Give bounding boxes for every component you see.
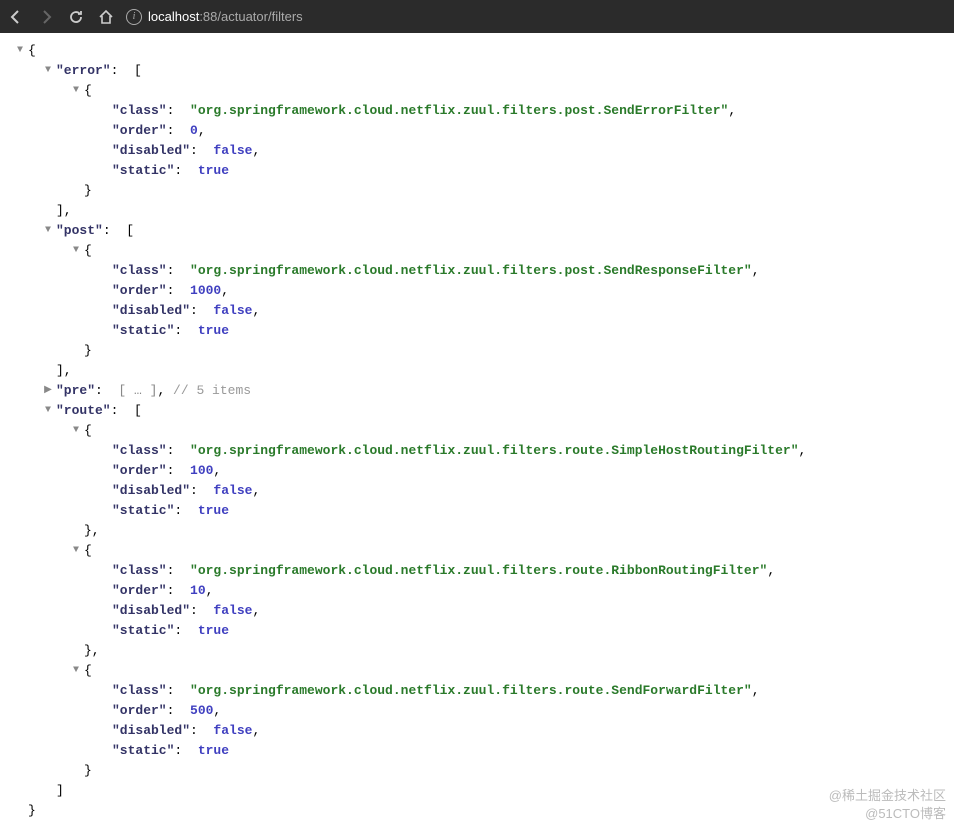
brace-open: { <box>84 421 92 441</box>
json-key: "order" <box>112 701 167 721</box>
home-icon[interactable] <box>98 9 114 25</box>
json-value: false <box>213 301 252 321</box>
brace-open: { <box>28 41 36 61</box>
json-key: "static" <box>112 321 174 341</box>
toggle-post-0[interactable]: ▼ <box>70 245 82 257</box>
json-value: "org.springframework.cloud.netflix.zuul.… <box>190 681 752 701</box>
json-value: 100 <box>190 461 213 481</box>
json-key: "order" <box>112 281 167 301</box>
json-value: 10 <box>190 581 206 601</box>
json-key: "error" <box>56 61 111 81</box>
brace-close: } <box>84 761 92 781</box>
toggle-route-0[interactable]: ▼ <box>70 425 82 437</box>
toggle-pre[interactable]: ▶ <box>42 385 54 397</box>
browser-bar: i localhost:88/actuator/filters <box>0 0 954 33</box>
bracket-close: ] <box>56 781 64 801</box>
forward-icon[interactable] <box>38 9 54 25</box>
json-value: false <box>213 141 252 161</box>
watermark: @稀土掘金技术社区 @51CTO博客 <box>829 787 946 823</box>
json-value: 500 <box>190 701 213 721</box>
json-value: true <box>198 501 229 521</box>
json-key: "order" <box>112 461 167 481</box>
back-icon[interactable] <box>8 9 24 25</box>
json-key: "class" <box>112 101 167 121</box>
toggle-route-1[interactable]: ▼ <box>70 545 82 557</box>
json-key: "disabled" <box>112 721 190 741</box>
json-value: false <box>213 601 252 621</box>
json-value: true <box>198 741 229 761</box>
json-key: "class" <box>112 261 167 281</box>
json-key: "static" <box>112 741 174 761</box>
toggle-post[interactable]: ▼ <box>42 225 54 237</box>
bracket-close: ], <box>56 201 72 221</box>
json-value: "org.springframework.cloud.netflix.zuul.… <box>190 561 767 581</box>
bracket-close: ], <box>56 361 72 381</box>
toggle-route[interactable]: ▼ <box>42 405 54 417</box>
json-key: "disabled" <box>112 141 190 161</box>
json-key: "pre" <box>56 381 95 401</box>
json-key: "disabled" <box>112 301 190 321</box>
json-value: true <box>198 621 229 641</box>
json-value: "org.springframework.cloud.netflix.zuul.… <box>190 261 752 281</box>
json-value: true <box>198 321 229 341</box>
brace-close: } <box>84 341 92 361</box>
json-value: 0 <box>190 121 198 141</box>
json-value: false <box>213 721 252 741</box>
toggle-error[interactable]: ▼ <box>42 65 54 77</box>
json-value: false <box>213 481 252 501</box>
reload-icon[interactable] <box>68 9 84 25</box>
brace-open: { <box>84 241 92 261</box>
json-value: 1000 <box>190 281 221 301</box>
json-key: "static" <box>112 621 174 641</box>
json-viewer: ▼{ ▼"error": [ ▼{ "class": "org.springfr… <box>0 33 954 829</box>
toggle-root[interactable]: ▼ <box>14 45 26 57</box>
json-key: "post" <box>56 221 103 241</box>
json-key: "disabled" <box>112 601 190 621</box>
brace-close: } <box>84 181 92 201</box>
json-key: "static" <box>112 501 174 521</box>
json-value: true <box>198 161 229 181</box>
toggle-error-0[interactable]: ▼ <box>70 85 82 97</box>
brace-close: }, <box>84 521 100 541</box>
json-key: "order" <box>112 581 167 601</box>
json-key: "route" <box>56 401 111 421</box>
json-key: "static" <box>112 161 174 181</box>
info-icon[interactable]: i <box>126 9 142 25</box>
toggle-route-2[interactable]: ▼ <box>70 665 82 677</box>
brace-close: }, <box>84 641 100 661</box>
json-value: "org.springframework.cloud.netflix.zuul.… <box>190 101 728 121</box>
json-key: "order" <box>112 121 167 141</box>
url-text: localhost:88/actuator/filters <box>148 9 303 24</box>
brace-open: { <box>84 81 92 101</box>
json-comment: // 5 items <box>173 381 251 401</box>
collapsed-array[interactable]: [ … ] <box>118 381 157 401</box>
nav-icons <box>8 9 114 25</box>
json-key: "disabled" <box>112 481 190 501</box>
json-value: "org.springframework.cloud.netflix.zuul.… <box>190 441 799 461</box>
json-key: "class" <box>112 681 167 701</box>
brace-close: } <box>28 801 36 821</box>
json-key: "class" <box>112 561 167 581</box>
brace-open: { <box>84 541 92 561</box>
url-bar[interactable]: i localhost:88/actuator/filters <box>126 9 946 25</box>
brace-open: { <box>84 661 92 681</box>
json-key: "class" <box>112 441 167 461</box>
